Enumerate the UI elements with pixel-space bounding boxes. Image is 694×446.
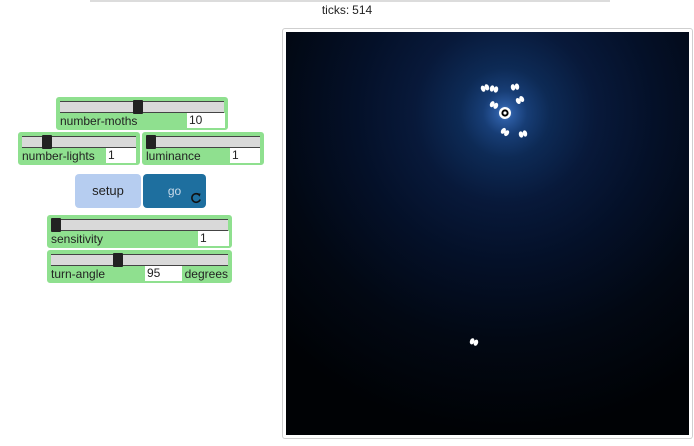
turn-angle-slider[interactable]: turn-angle 95 degrees <box>47 250 232 283</box>
setup-button[interactable]: setup <box>75 174 141 208</box>
slider-thumb[interactable] <box>42 135 52 149</box>
moth <box>480 84 490 92</box>
moth <box>515 96 525 104</box>
slider-label: sensitivity <box>51 232 104 246</box>
sensitivity-slider[interactable]: sensitivity 1 <box>47 215 232 248</box>
slider-thumb[interactable] <box>133 100 143 114</box>
moth <box>489 101 499 109</box>
slider-value[interactable]: 10 <box>187 113 225 128</box>
ticks-label: ticks: <box>321 3 350 17</box>
ticks-value: 514 <box>352 3 373 17</box>
slider-track[interactable] <box>51 253 228 267</box>
light-source <box>499 107 511 119</box>
moth <box>510 83 520 91</box>
slider-label: luminance <box>146 149 201 163</box>
ticks-counter: ticks: 514 <box>0 3 694 17</box>
moth <box>489 85 499 93</box>
world-canvas <box>469 83 528 346</box>
slider-value[interactable]: 1 <box>230 148 260 163</box>
slider-value[interactable]: 1 <box>198 231 229 246</box>
slider-track[interactable] <box>146 135 260 149</box>
luminance-slider[interactable]: luminance 1 <box>142 132 264 165</box>
moth <box>469 338 479 346</box>
forever-arrow-icon <box>191 192 201 204</box>
number-lights-slider[interactable]: number-lights 1 <box>18 132 140 165</box>
world-view[interactable] <box>286 32 689 435</box>
slider-value[interactable]: 1 <box>106 148 136 163</box>
slider-label: number-moths <box>60 114 138 128</box>
top-divider <box>90 0 610 2</box>
slider-units: degrees <box>184 267 228 281</box>
moth <box>500 127 510 137</box>
number-moths-slider[interactable]: number-moths 10 <box>56 97 228 130</box>
moth <box>518 130 528 138</box>
slider-label: turn-angle <box>51 267 106 281</box>
slider-thumb[interactable] <box>51 218 61 232</box>
slider-value[interactable]: 95 <box>145 266 182 281</box>
go-button[interactable]: go <box>143 174 206 208</box>
slider-track[interactable] <box>60 100 224 114</box>
moths <box>469 83 528 346</box>
slider-thumb[interactable] <box>113 253 123 267</box>
go-button-label: go <box>167 184 182 198</box>
slider-thumb[interactable] <box>146 135 156 149</box>
slider-label: number-lights <box>22 149 95 163</box>
slider-track[interactable] <box>22 135 136 149</box>
slider-track[interactable] <box>51 218 228 232</box>
setup-button-label: setup <box>92 183 124 198</box>
